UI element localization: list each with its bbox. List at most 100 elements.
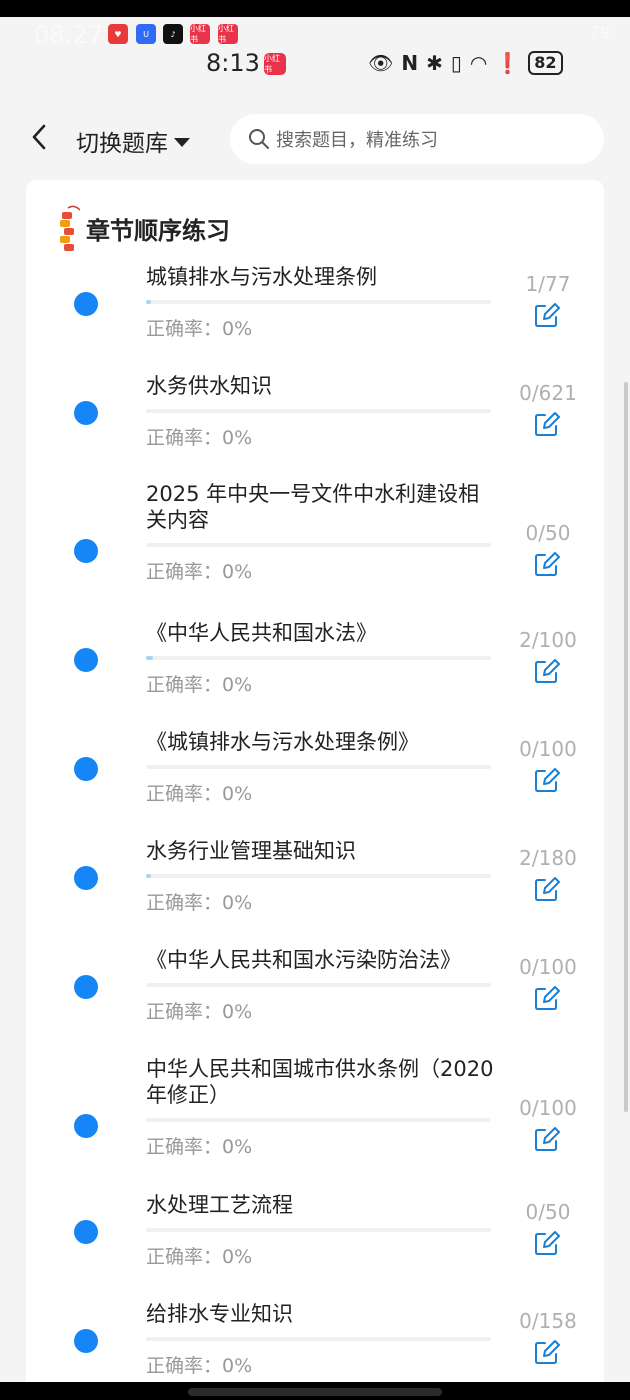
progress-bar: [146, 409, 491, 413]
scrollbar[interactable]: [624, 382, 628, 1112]
accuracy-text: 正确率：0%: [146, 888, 252, 915]
chapter-card: 章节顺序练习 城镇排水与污水处理条例 正确率：0% 1/77 水务供水知识 正确率：0%…: [26, 180, 604, 1400]
status-icons: 👁 N ✱ ▯ ◠ ❗ 82: [368, 51, 563, 75]
edit-icon[interactable]: [534, 767, 560, 793]
accuracy-value: 0%: [222, 427, 253, 449]
switch-bank-label: 切换题库: [76, 131, 168, 157]
status-dot: [74, 401, 98, 425]
accuracy-label: 正确率：: [146, 1001, 223, 1023]
status-bar: 8:13 小红书 👁 N ✱ ▯ ◠ ❗ 82: [0, 48, 630, 80]
vibrate-icon: ▯: [450, 51, 462, 75]
top-black-bar: [0, 0, 630, 17]
chapter-title: 《中华人民共和国水法》: [146, 621, 377, 645]
question-count: 0/50: [525, 521, 571, 545]
progress-fill: [146, 656, 153, 660]
eye-icon: 👁: [368, 51, 394, 75]
search-placeholder: 搜索题目，精准练习: [276, 130, 438, 151]
edit-icon[interactable]: [534, 411, 560, 437]
app-icon-tiktok: ♪: [163, 24, 183, 44]
accuracy-text: 正确率：0%: [146, 1351, 252, 1378]
accuracy-value: 0%: [222, 1246, 253, 1268]
accuracy-label: 正确率：: [146, 1246, 223, 1268]
chapter-title: 城镇排水与污水处理条例: [146, 265, 377, 289]
app-icon-xhs-1: 小红书: [190, 24, 210, 44]
status-time: 8:13: [206, 49, 260, 77]
accuracy-value: 0%: [222, 892, 253, 914]
battery-icon: 82: [528, 51, 563, 75]
chapter-title: 水务供水知识: [146, 374, 272, 398]
accuracy-text: 正确率：0%: [146, 423, 252, 450]
section-header: 章节顺序练习: [56, 204, 230, 252]
caret-down-icon: [174, 137, 190, 147]
bottom-black-bar: [0, 1382, 630, 1400]
app-icon-heart: ♥: [108, 24, 128, 44]
question-count: 0/100: [519, 955, 577, 979]
status-dot: [74, 757, 98, 781]
section-title: 章节顺序练习: [86, 216, 230, 245]
edit-icon[interactable]: [534, 985, 560, 1011]
firecracker-icon: [60, 205, 80, 251]
question-count: 2/100: [519, 628, 577, 652]
question-count: 2/180: [519, 846, 577, 870]
progress-bar: [146, 300, 491, 304]
chapter-title: 《中华人民共和国水污染防治法》: [146, 948, 461, 972]
progress-bar: [146, 1228, 491, 1232]
accuracy-value: 0%: [222, 1136, 253, 1158]
edit-icon[interactable]: [534, 1339, 560, 1365]
accuracy-text: 正确率：0%: [146, 997, 252, 1024]
question-count: 1/77: [525, 272, 571, 296]
accuracy-value: 0%: [222, 561, 253, 583]
ghost-time: 08:27: [34, 21, 104, 49]
ghost-battery: 79: [589, 23, 610, 42]
app-icon-xhs-2: 小红书: [218, 24, 238, 44]
bluetooth-icon: ✱: [426, 51, 443, 75]
edit-icon[interactable]: [534, 1126, 560, 1152]
search-input[interactable]: 搜索题目，精准练习: [230, 114, 604, 164]
accuracy-value: 0%: [222, 674, 253, 696]
progress-bar: [146, 1337, 491, 1341]
question-count: 0/100: [519, 737, 577, 761]
progress-bar: [146, 983, 491, 987]
accuracy-value: 0%: [222, 783, 253, 805]
nfc-icon: N: [401, 51, 419, 75]
edit-icon[interactable]: [534, 658, 560, 684]
chapter-title: 2025 年中央一号文件中水利建设相关内容: [146, 482, 480, 532]
accuracy-text: 正确率：0%: [146, 1242, 252, 1269]
accuracy-value: 0%: [222, 318, 253, 340]
accuracy-label: 正确率：: [146, 783, 223, 805]
back-button[interactable]: [28, 122, 50, 152]
status-dot: [74, 539, 98, 563]
accuracy-label: 正确率：: [146, 1355, 223, 1377]
home-indicator[interactable]: [188, 1388, 442, 1396]
alert-icon: ❗: [495, 51, 521, 75]
app-icon-u: U: [136, 24, 156, 44]
search-icon: [249, 129, 269, 149]
accuracy-text: 正确率：0%: [146, 779, 252, 806]
chapter-title: 水处理工艺流程: [146, 1193, 293, 1217]
top-nav: 切换题库 搜索题目，精准练习: [0, 108, 630, 168]
accuracy-text: 正确率：0%: [146, 557, 252, 584]
switch-bank-dropdown[interactable]: 切换题库: [76, 124, 190, 158]
accuracy-label: 正确率：: [146, 674, 223, 696]
question-count: 0/621: [519, 381, 577, 405]
status-dot: [74, 1329, 98, 1353]
progress-bar: [146, 656, 491, 660]
status-dot: [74, 1220, 98, 1244]
wifi-icon: ◠: [469, 51, 488, 75]
accuracy-text: 正确率：0%: [146, 314, 252, 341]
question-count: 0/50: [525, 1200, 571, 1224]
accuracy-value: 0%: [222, 1001, 253, 1023]
status-dot: [74, 1114, 98, 1138]
question-count: 0/100: [519, 1096, 577, 1120]
accuracy-value: 0%: [222, 1355, 253, 1377]
status-dot: [74, 975, 98, 999]
edit-icon[interactable]: [534, 1230, 560, 1256]
accuracy-label: 正确率：: [146, 561, 223, 583]
edit-icon[interactable]: [534, 302, 560, 328]
accuracy-label: 正确率：: [146, 318, 223, 340]
status-dot: [74, 648, 98, 672]
progress-bar: [146, 765, 491, 769]
accuracy-label: 正确率：: [146, 1136, 223, 1158]
edit-icon[interactable]: [534, 876, 560, 902]
edit-icon[interactable]: [534, 551, 560, 577]
